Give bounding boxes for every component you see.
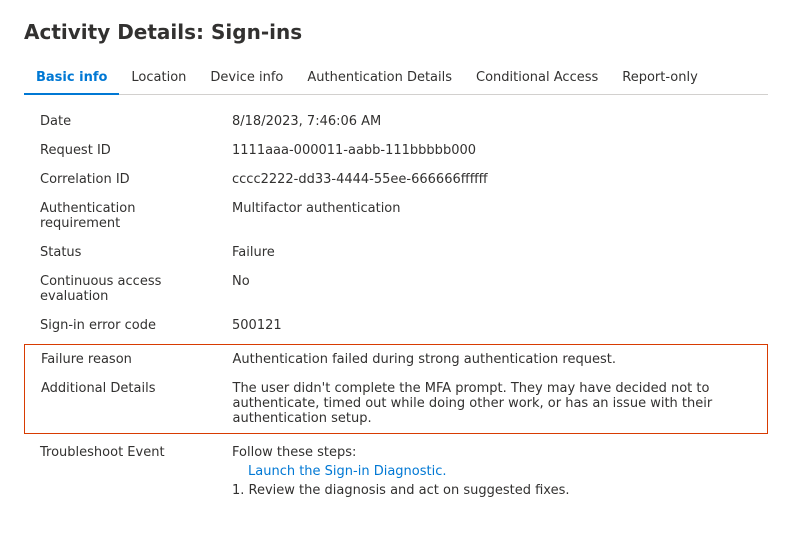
table-row: Status Failure	[24, 238, 768, 267]
field-value-cae: No	[224, 267, 768, 311]
troubleshoot-content: Follow these steps: Launch the Sign-in D…	[224, 438, 768, 505]
tab-conditional-access[interactable]: Conditional Access	[464, 62, 610, 95]
field-label-cae: Continuous access evaluation	[24, 267, 224, 311]
field-label-status: Status	[24, 238, 224, 267]
table-row: Correlation ID cccc2222-dd33-4444-55ee-6…	[24, 165, 768, 194]
field-label-correlation-id: Correlation ID	[24, 165, 224, 194]
table-row: Authentication requirement Multifactor a…	[24, 194, 768, 238]
field-value-auth-req: Multifactor authentication	[224, 194, 768, 238]
field-value-failure-reason: Authentication failed during strong auth…	[225, 345, 768, 375]
field-value-correlation-id: cccc2222-dd33-4444-55ee-666666ffffff	[224, 165, 768, 194]
field-label-additional-details: Additional Details	[25, 374, 225, 434]
tab-basic-info[interactable]: Basic info	[24, 62, 119, 95]
field-value-additional-details: The user didn't complete the MFA prompt.…	[225, 374, 768, 434]
field-label-request-id: Request ID	[24, 136, 224, 165]
field-value-date: 8/18/2023, 7:46:06 AM	[224, 107, 768, 136]
troubleshoot-row: Troubleshoot Event Follow these steps: L…	[24, 438, 768, 505]
table-row: Date 8/18/2023, 7:46:06 AM	[24, 107, 768, 136]
troubleshoot-table: Troubleshoot Event Follow these steps: L…	[24, 438, 768, 505]
field-label-auth-req: Authentication requirement	[24, 194, 224, 238]
tab-bar: Basic info Location Device info Authenti…	[24, 62, 768, 95]
troubleshoot-steps-header: Follow these steps:	[232, 445, 760, 460]
tab-location[interactable]: Location	[119, 62, 198, 95]
tab-device-info[interactable]: Device info	[198, 62, 295, 95]
info-table: Date 8/18/2023, 7:46:06 AM Request ID 11…	[24, 107, 768, 340]
field-label-error-code: Sign-in error code	[24, 311, 224, 340]
troubleshoot-step-1: 1. Review the diagnosis and act on sugge…	[232, 483, 760, 498]
field-label-failure-reason: Failure reason	[25, 345, 225, 375]
field-value-request-id[interactable]: 1111aaa-000011-aabb-111bbbbb000	[224, 136, 768, 165]
table-row: Continuous access evaluation No	[24, 267, 768, 311]
launch-diagnostic-link[interactable]: Launch the Sign-in Diagnostic.	[248, 464, 760, 479]
tab-content: Date 8/18/2023, 7:46:06 AM Request ID 11…	[24, 95, 768, 505]
table-row: Sign-in error code 500121	[24, 311, 768, 340]
table-row-additional-details: Additional Details The user didn't compl…	[25, 374, 768, 434]
page-title: Activity Details: Sign-ins	[24, 20, 768, 44]
table-row: Request ID 1111aaa-000011-aabb-111bbbbb0…	[24, 136, 768, 165]
table-row-failure-reason: Failure reason Authentication failed dur…	[25, 345, 768, 375]
tab-report-only[interactable]: Report-only	[610, 62, 710, 95]
field-label-date: Date	[24, 107, 224, 136]
troubleshoot-label: Troubleshoot Event	[24, 438, 224, 505]
field-value-error-code: 500121	[224, 311, 768, 340]
field-value-status: Failure	[224, 238, 768, 267]
highlighted-rows-table: Failure reason Authentication failed dur…	[24, 344, 768, 434]
tab-auth-details[interactable]: Authentication Details	[295, 62, 464, 95]
